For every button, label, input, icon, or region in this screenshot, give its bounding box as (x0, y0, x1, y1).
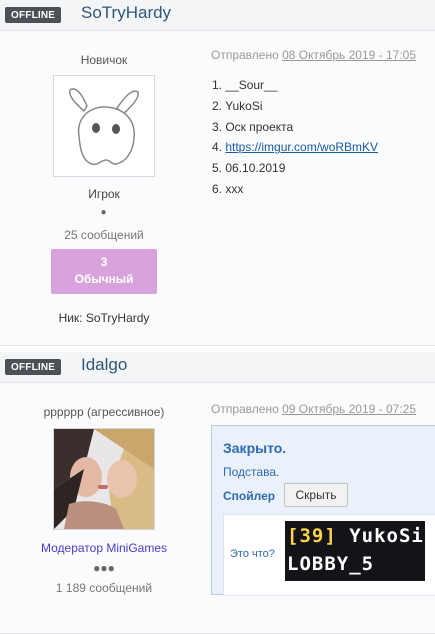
post-date-link[interactable]: 08 Октябрь 2019 - 17:05 (282, 48, 416, 62)
default-avatar-icon (68, 88, 140, 166)
rank-pips: ●●● (93, 561, 115, 575)
author-username-link[interactable]: Idalgo (81, 355, 127, 375)
avatar[interactable] (53, 428, 155, 530)
rank-pips: ● (100, 207, 108, 218)
reputation-label: Обычный (74, 272, 134, 286)
content-line: 6. xxx (212, 182, 244, 196)
content-line: 2. YukoSi (212, 99, 263, 113)
game-lobby-text: LOBBY_5 (287, 553, 375, 575)
game-level-tag: [39] (287, 525, 337, 547)
nick-field: Ник: SoTryHardy (58, 311, 150, 325)
user-group: Игрок (88, 187, 120, 201)
post-header: OFFLINE SoTryHardy (0, 0, 435, 31)
author-username-link[interactable]: SoTryHardy (81, 3, 171, 23)
rank-title: pppppp (агрессивное) (43, 405, 165, 419)
post-body: Новичок Игрок ● 25 сообщений 3 Обычный Н… (0, 31, 435, 346)
posts-count: 1 189 сообщений (55, 581, 153, 595)
post-date: Отправлено 09 Октябрь 2019 - 07:25 (211, 402, 416, 416)
quote-text: Подстава. (223, 465, 280, 479)
user-photo-avatar (54, 429, 154, 529)
date-prefix: Отправлено (211, 48, 279, 62)
post-date-link[interactable]: 09 Октябрь 2019 - 07:25 (282, 402, 416, 416)
moderator-group-link[interactable]: Модератор MiniGames (0, 541, 208, 555)
reputation-badge[interactable]: 3 Обычный (51, 249, 157, 294)
game-image-line1: [39] YukoSi (287, 525, 424, 547)
reputation-value: 3 (100, 255, 108, 269)
posts-count: 25 сообщений (64, 228, 144, 242)
status-badge: OFFLINE (5, 7, 62, 23)
content-line: 3. Оск проекта (212, 120, 294, 134)
game-screenshot-image[interactable]: [39] YukoSi LOBBY_5 (285, 521, 425, 581)
imgur-link[interactable]: https://imgur.com/woRBmKV (225, 140, 378, 154)
spoiler-question: Это что? (230, 548, 275, 560)
post-date: Отправлено 08 Октябрь 2019 - 17:05 (211, 48, 416, 62)
quote-title: Закрыто. (223, 440, 287, 456)
content-line: 1. __Sour__ (212, 78, 278, 92)
spoiler-content: Это что? [39] YukoSi LOBBY_5 (223, 514, 435, 596)
spoiler-label: Спойлер (223, 489, 276, 503)
game-player-name: YukoSi (336, 525, 424, 547)
rank-title: Новичок (80, 53, 128, 67)
list-number: 4. (212, 140, 226, 154)
spoiler-hide-button[interactable]: Скрыть (284, 483, 348, 507)
status-badge: OFFLINE (5, 359, 62, 375)
post-header: OFFLINE Idalgo (0, 352, 435, 383)
avatar[interactable] (53, 75, 155, 177)
content-line: 5. 06.10.2019 (212, 161, 286, 175)
quote-block: Закрыто. Подстава. Спойлер Скрыть Это чт… (211, 425, 435, 596)
content-line: 4. https://imgur.com/woRBmKV (212, 140, 378, 154)
date-prefix: Отправлено (211, 402, 279, 416)
